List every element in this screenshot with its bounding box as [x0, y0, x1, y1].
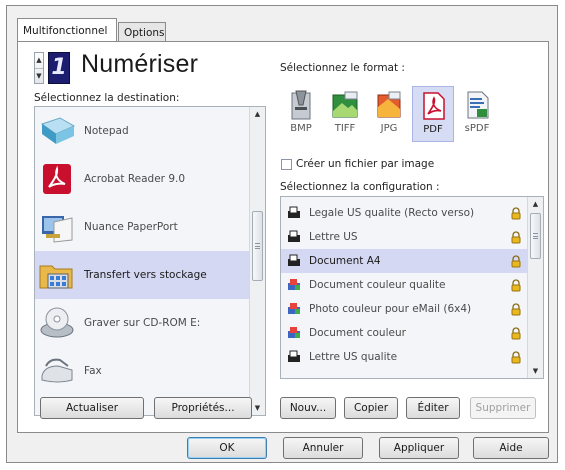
fax-icon: [41, 358, 73, 383]
format-jpg[interactable]: JPG: [368, 86, 410, 142]
destination-item-cd-rom[interactable]: Graver sur CD-ROM E:: [35, 299, 251, 347]
lock-icon: [511, 302, 521, 315]
copy-button[interactable]: Copier: [344, 397, 398, 419]
scroll-up-arrow-icon[interactable]: ▲: [250, 107, 265, 121]
lock-icon: [511, 326, 521, 339]
delete-button[interactable]: Supprimer: [470, 397, 536, 419]
format-spdf[interactable]: sPDF: [456, 86, 498, 142]
new-button[interactable]: Nouv...: [280, 397, 336, 419]
refresh-button[interactable]: Actualiser: [40, 397, 144, 419]
destination-item-acrobat[interactable]: Acrobat Reader 9.0: [35, 155, 251, 203]
configuration-label: Sélectionnez la configuration :: [280, 181, 440, 193]
lock-icon: [511, 350, 521, 363]
tab-options[interactable]: Options: [118, 22, 166, 42]
pdf-icon: [423, 92, 445, 120]
format-tiff[interactable]: TIFF: [324, 86, 366, 142]
bw-scan-icon: [288, 254, 300, 266]
config-item[interactable]: Document couleur: [281, 321, 527, 345]
config-item[interactable]: Lettre US qualite: [281, 345, 527, 369]
storage-transfer-icon: [39, 265, 73, 289]
destination-item-notepad[interactable]: Notepad: [35, 107, 251, 155]
cancel-button[interactable]: Annuler: [283, 437, 363, 459]
counter-spinner[interactable]: ▲ ▼: [34, 52, 44, 84]
color-scan-icon: [288, 327, 300, 338]
per-image-checkbox[interactable]: [281, 159, 292, 170]
jpg-icon: [377, 91, 401, 118]
destination-item-label: Nuance PaperPort: [84, 221, 178, 233]
destination-scrollbar[interactable]: ▲ ▼: [249, 107, 265, 415]
destination-item-fax[interactable]: Fax: [35, 347, 251, 395]
ok-button[interactable]: OK: [187, 437, 267, 459]
config-item-selected[interactable]: Document A4: [281, 249, 527, 273]
destination-item-storage-transfer[interactable]: Transfert vers stockage: [35, 251, 251, 299]
color-scan-icon: [288, 303, 300, 314]
apply-button[interactable]: Appliquer: [379, 437, 459, 459]
help-button[interactable]: Aide: [473, 437, 549, 459]
bw-scan-icon: [288, 206, 300, 218]
paperport-icon: [42, 216, 73, 243]
tiff-icon: [332, 91, 358, 118]
bw-scan-icon: [288, 350, 300, 362]
acrobat-icon: [43, 164, 71, 194]
notepad-icon: [40, 117, 76, 144]
config-item[interactable]: Photo couleur pour eMail (6x4): [281, 297, 527, 321]
lock-icon: [511, 230, 521, 243]
spin-down-arrow-icon[interactable]: ▼: [35, 68, 43, 83]
lock-icon: [511, 206, 521, 219]
scroll-down-arrow-icon[interactable]: ▼: [528, 364, 543, 378]
lock-icon: [511, 254, 521, 267]
counter-display: 1: [48, 52, 70, 84]
scan-title: Numériser: [81, 50, 199, 78]
cd-rom-icon: [40, 307, 74, 338]
format-label: Sélectionnez le format :: [280, 62, 405, 74]
properties-button[interactable]: Propriétés...: [154, 397, 252, 419]
format-bmp[interactable]: BMP: [280, 86, 322, 142]
per-image-checkbox-label: Créer un fichier par image: [296, 158, 435, 170]
spdf-icon: [467, 91, 489, 119]
configuration-list[interactable]: Legale US qualite (Recto verso) Lettre U…: [280, 196, 544, 379]
config-item[interactable]: Document couleur qualite: [281, 273, 527, 297]
destination-label: Sélectionnez la destination:: [34, 92, 180, 104]
bmp-icon: [291, 90, 311, 120]
destination-item-label: Graver sur CD-ROM E:: [84, 317, 201, 329]
format-selector: BMP TIFF JPG PDF sPDF: [280, 86, 540, 142]
config-item[interactable]: Legale US qualite (Recto verso): [281, 201, 527, 225]
config-item[interactable]: Lettre US: [281, 225, 527, 249]
configuration-scrollbar[interactable]: ▲ ▼: [527, 197, 543, 378]
bw-scan-icon: [288, 230, 300, 242]
scanner-dialog: Multifonctionnel Options ▲ ▼ 1 Numériser…: [6, 5, 558, 463]
tab-panel: ▲ ▼ 1 Numériser Sélectionnez la destinat…: [17, 41, 549, 433]
scan-header: ▲ ▼ 1 Numériser: [34, 50, 264, 86]
scrollbar-thumb[interactable]: [530, 213, 541, 259]
scroll-down-arrow-icon[interactable]: ▼: [250, 401, 265, 415]
destination-item-label: Transfert vers stockage: [84, 269, 207, 281]
destination-list[interactable]: Notepad Acrobat Reader 9.0 Nuance PaperP…: [34, 106, 266, 416]
tab-multifonctionnel[interactable]: Multifonctionnel: [17, 18, 117, 41]
edit-button[interactable]: Éditer: [406, 397, 460, 419]
destination-item-label: Acrobat Reader 9.0: [84, 173, 186, 185]
lock-icon: [511, 278, 521, 291]
scroll-up-arrow-icon[interactable]: ▲: [528, 197, 543, 211]
spin-up-arrow-icon[interactable]: ▲: [35, 53, 43, 68]
destination-item-label: Notepad: [84, 125, 129, 137]
color-scan-icon: [288, 279, 300, 290]
scrollbar-thumb[interactable]: [252, 211, 263, 281]
format-pdf[interactable]: PDF: [412, 86, 454, 142]
destination-item-label: Fax: [84, 365, 102, 377]
destination-item-paperport[interactable]: Nuance PaperPort: [35, 203, 251, 251]
